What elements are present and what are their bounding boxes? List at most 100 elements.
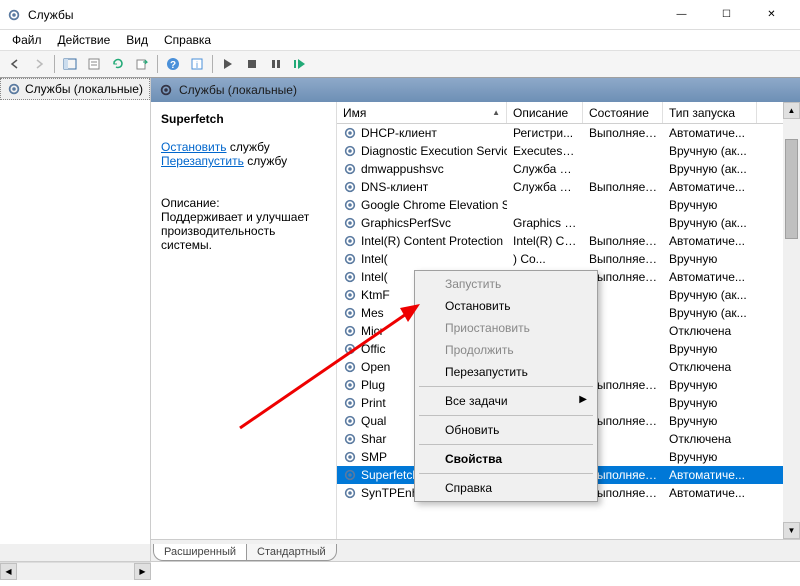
header-band-title: Службы (локальные) — [179, 83, 297, 97]
submenu-arrow-icon: ▶ — [579, 394, 587, 405]
start-service-button[interactable] — [217, 53, 239, 75]
service-startup: Автоматиче... — [663, 269, 757, 285]
scroll-thumb[interactable] — [785, 139, 798, 239]
service-startup: Автоматиче... — [663, 467, 757, 483]
show-hide-tree-button[interactable] — [59, 53, 81, 75]
service-startup: Вручную (ак... — [663, 161, 757, 177]
pause-service-button[interactable] — [265, 53, 287, 75]
service-startup: Вручную — [663, 197, 757, 213]
service-startup: Вручную — [663, 395, 757, 411]
gear-icon — [343, 234, 357, 248]
service-name: Diagnostic Execution Service — [361, 144, 507, 158]
service-name: DHCP-клиент — [361, 126, 437, 140]
service-name: Open — [361, 360, 390, 374]
scroll-right-icon[interactable]: ▶ — [134, 563, 151, 580]
back-button[interactable] — [4, 53, 26, 75]
service-name: dmwappushsvc — [361, 162, 444, 176]
service-name: Print — [361, 396, 386, 410]
service-startup: Вручную (ак... — [663, 143, 757, 159]
list-vscroll[interactable]: ▲ ▼ — [783, 102, 800, 539]
service-startup: Отключена — [663, 431, 757, 447]
refresh-button[interactable] — [107, 53, 129, 75]
service-startup: Вручную — [663, 251, 757, 267]
gear-icon — [7, 82, 21, 96]
service-name: SMP — [361, 450, 387, 464]
service-row[interactable]: Intel(R) Content Protection ...Intel(R) … — [337, 232, 800, 250]
service-row[interactable]: GraphicsPerfSvc Graphics p... Вручную (ак.… — [337, 214, 800, 232]
menu-view[interactable]: Вид — [118, 31, 156, 49]
service-name: Intel(R) Content Protection ... — [361, 234, 507, 248]
context-item: Приостановить — [417, 317, 595, 339]
toolbar: ? i — [0, 50, 800, 78]
service-state: Выполняется — [583, 251, 663, 267]
tree-hscroll[interactable]: ◀ ▶ — [0, 562, 151, 579]
service-name: Offic — [361, 342, 385, 356]
scroll-left-icon[interactable]: ◀ — [0, 563, 17, 580]
service-startup: Автоматиче... — [663, 125, 757, 141]
gear-icon — [343, 162, 357, 176]
context-item: Запустить — [417, 273, 595, 295]
service-startup: Отключена — [663, 323, 757, 339]
service-row[interactable]: DHCP-клиентРегистри...ВыполняетсяАвтомат… — [337, 124, 800, 142]
column-name[interactable]: Имя▲ — [337, 102, 507, 123]
service-startup: Вручную (ак... — [663, 215, 757, 231]
service-startup: Автоматиче... — [663, 485, 757, 501]
stop-service-link[interactable]: Остановить — [161, 140, 227, 154]
context-item[interactable]: Справка — [417, 477, 595, 499]
gear-icon — [343, 270, 357, 284]
forward-button[interactable] — [28, 53, 50, 75]
tree-vscroll[interactable] — [0, 544, 150, 561]
tree-root-services[interactable]: Службы (локальные) — [0, 78, 150, 100]
context-item[interactable]: Свойства — [417, 448, 595, 470]
main-area: Службы (локальные) Службы (локальные) Su… — [0, 78, 800, 562]
gear-icon — [343, 378, 357, 392]
context-item[interactable]: Перезапустить — [417, 361, 595, 383]
service-name: Intel( — [361, 252, 388, 266]
column-description[interactable]: Описание — [507, 102, 583, 123]
context-item[interactable]: Обновить — [417, 419, 595, 441]
stop-service-button[interactable] — [241, 53, 263, 75]
menu-help[interactable]: Справка — [156, 31, 219, 49]
tab-standard[interactable]: Стандартный — [246, 544, 337, 561]
description-label: Описание: — [161, 196, 328, 210]
column-startup[interactable]: Тип запуска — [663, 102, 757, 123]
maximize-button[interactable]: ☐ — [704, 1, 749, 29]
service-name: GraphicsPerfSvc — [361, 216, 451, 230]
export-button[interactable] — [131, 53, 153, 75]
service-row[interactable]: Diagnostic Execution ServiceExecutes di.… — [337, 142, 800, 160]
context-separator — [419, 386, 593, 387]
close-button[interactable]: ✕ — [749, 1, 794, 29]
tab-extended[interactable]: Расширенный — [153, 544, 247, 561]
service-row[interactable]: DNS-клиентСлужба D...ВыполняетсяАвтомати… — [337, 178, 800, 196]
context-item[interactable]: Остановить — [417, 295, 595, 317]
restart-service-line: Перезапустить службу — [161, 154, 328, 168]
gear-icon — [343, 198, 357, 212]
service-startup: Автоматиче... — [663, 233, 757, 249]
help2-button[interactable]: i — [186, 53, 208, 75]
context-item[interactable]: Все задачи▶ — [417, 390, 595, 412]
service-row[interactable]: Google Chrome Elevation S...Вручную — [337, 196, 800, 214]
service-name: Qual — [361, 414, 386, 428]
gear-icon — [159, 83, 173, 97]
service-row[interactable]: dmwappushsvcСлужба м...Вручную (ак... — [337, 160, 800, 178]
help-button[interactable]: ? — [162, 53, 184, 75]
service-desc: Регистри... — [507, 125, 583, 141]
service-desc — [507, 204, 583, 206]
menu-action[interactable]: Действие — [50, 31, 119, 49]
gear-icon — [343, 432, 357, 446]
gear-icon — [343, 450, 357, 464]
gear-icon — [343, 306, 357, 320]
column-state[interactable]: Состояние — [583, 102, 663, 123]
restart-service-button[interactable] — [289, 53, 311, 75]
header-band: Службы (локальные) — [151, 78, 800, 102]
service-desc: Graphics p... — [507, 215, 583, 231]
scroll-up-icon[interactable]: ▲ — [783, 102, 800, 119]
service-startup: Вручную — [663, 413, 757, 429]
service-desc: Executes di... — [507, 143, 583, 159]
menu-file[interactable]: Файл — [4, 31, 50, 49]
scroll-down-icon[interactable]: ▼ — [783, 522, 800, 539]
service-row[interactable]: Intel() Co...ВыполняетсяВручную — [337, 250, 800, 268]
properties-button[interactable] — [83, 53, 105, 75]
restart-service-link[interactable]: Перезапустить — [161, 154, 244, 168]
minimize-button[interactable]: — — [659, 1, 704, 29]
